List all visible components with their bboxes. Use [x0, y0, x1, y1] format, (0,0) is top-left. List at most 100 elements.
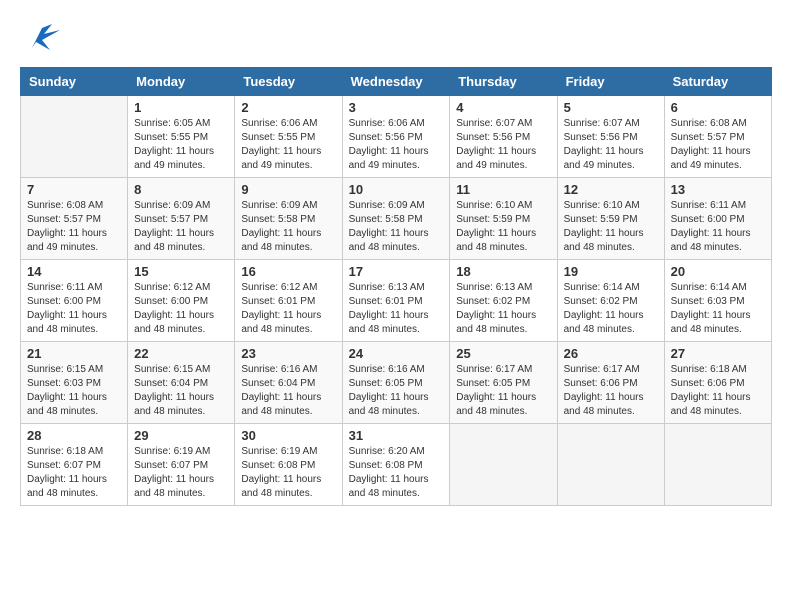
day-number: 12 [564, 182, 658, 197]
calendar-cell: 3 Sunrise: 6:06 AM Sunset: 5:56 PM Dayli… [342, 96, 450, 178]
sunset: Sunset: 6:08 PM [241, 460, 315, 471]
calendar-week-row: 28 Sunrise: 6:18 AM Sunset: 6:07 PM Dayl… [21, 424, 772, 506]
daylight: Daylight: 11 hours and 48 minutes. [671, 310, 751, 335]
sunset: Sunset: 5:57 PM [671, 132, 745, 143]
calendar-week-row: 21 Sunrise: 6:15 AM Sunset: 6:03 PM Dayl… [21, 342, 772, 424]
sunset: Sunset: 6:00 PM [671, 214, 745, 225]
sunset: Sunset: 5:56 PM [564, 132, 638, 143]
daylight: Daylight: 11 hours and 48 minutes. [134, 474, 214, 499]
sunrise: Sunrise: 6:06 AM [241, 118, 317, 129]
sunset: Sunset: 5:57 PM [27, 214, 101, 225]
daylight: Daylight: 11 hours and 48 minutes. [349, 310, 429, 335]
calendar-cell: 30 Sunrise: 6:19 AM Sunset: 6:08 PM Dayl… [235, 424, 342, 506]
sunrise: Sunrise: 6:17 AM [564, 364, 640, 375]
sunrise: Sunrise: 6:11 AM [671, 200, 746, 211]
daylight: Daylight: 11 hours and 48 minutes. [134, 392, 214, 417]
day-number: 24 [349, 346, 444, 361]
daylight: Daylight: 11 hours and 48 minutes. [27, 474, 107, 499]
daylight: Daylight: 11 hours and 49 minutes. [456, 146, 536, 171]
sunrise: Sunrise: 6:07 AM [564, 118, 640, 129]
day-number: 15 [134, 264, 228, 279]
daylight: Daylight: 11 hours and 49 minutes. [241, 146, 321, 171]
day-info: Sunrise: 6:13 AM Sunset: 6:02 PM Dayligh… [456, 281, 550, 337]
calendar-cell: 14 Sunrise: 6:11 AM Sunset: 6:00 PM Dayl… [21, 260, 128, 342]
sunset: Sunset: 6:01 PM [241, 296, 315, 307]
sunset: Sunset: 6:05 PM [349, 378, 423, 389]
day-info: Sunrise: 6:14 AM Sunset: 6:02 PM Dayligh… [564, 281, 658, 337]
sunrise: Sunrise: 6:16 AM [241, 364, 317, 375]
sunrise: Sunrise: 6:14 AM [671, 282, 747, 293]
sunset: Sunset: 5:58 PM [349, 214, 423, 225]
sunrise: Sunrise: 6:09 AM [134, 200, 210, 211]
calendar-cell: 6 Sunrise: 6:08 AM Sunset: 5:57 PM Dayli… [664, 96, 771, 178]
sunset: Sunset: 6:04 PM [241, 378, 315, 389]
calendar-week-row: 1 Sunrise: 6:05 AM Sunset: 5:55 PM Dayli… [21, 96, 772, 178]
calendar-cell: 26 Sunrise: 6:17 AM Sunset: 6:06 PM Dayl… [557, 342, 664, 424]
day-info: Sunrise: 6:18 AM Sunset: 6:06 PM Dayligh… [671, 363, 765, 419]
day-number: 22 [134, 346, 228, 361]
day-number: 10 [349, 182, 444, 197]
calendar-cell: 2 Sunrise: 6:06 AM Sunset: 5:55 PM Dayli… [235, 96, 342, 178]
day-number: 30 [241, 428, 335, 443]
day-of-week-header: Tuesday [235, 68, 342, 96]
calendar-cell: 8 Sunrise: 6:09 AM Sunset: 5:57 PM Dayli… [128, 178, 235, 260]
calendar-cell: 17 Sunrise: 6:13 AM Sunset: 6:01 PM Dayl… [342, 260, 450, 342]
sunrise: Sunrise: 6:15 AM [27, 364, 103, 375]
day-info: Sunrise: 6:15 AM Sunset: 6:04 PM Dayligh… [134, 363, 228, 419]
day-number: 6 [671, 100, 765, 115]
calendar-cell: 25 Sunrise: 6:17 AM Sunset: 6:05 PM Dayl… [450, 342, 557, 424]
daylight: Daylight: 11 hours and 48 minutes. [349, 392, 429, 417]
calendar-table: SundayMondayTuesdayWednesdayThursdayFrid… [20, 67, 772, 506]
calendar-cell: 24 Sunrise: 6:16 AM Sunset: 6:05 PM Dayl… [342, 342, 450, 424]
sunrise: Sunrise: 6:16 AM [349, 364, 425, 375]
sunrise: Sunrise: 6:13 AM [349, 282, 425, 293]
day-info: Sunrise: 6:12 AM Sunset: 6:00 PM Dayligh… [134, 281, 228, 337]
calendar-cell: 16 Sunrise: 6:12 AM Sunset: 6:01 PM Dayl… [235, 260, 342, 342]
sunrise: Sunrise: 6:19 AM [134, 446, 210, 457]
daylight: Daylight: 11 hours and 48 minutes. [241, 310, 321, 335]
day-number: 3 [349, 100, 444, 115]
daylight: Daylight: 11 hours and 48 minutes. [349, 474, 429, 499]
day-of-week-header: Friday [557, 68, 664, 96]
day-info: Sunrise: 6:17 AM Sunset: 6:05 PM Dayligh… [456, 363, 550, 419]
daylight: Daylight: 11 hours and 48 minutes. [27, 392, 107, 417]
sunset: Sunset: 6:06 PM [671, 378, 745, 389]
day-info: Sunrise: 6:08 AM Sunset: 5:57 PM Dayligh… [27, 199, 121, 255]
day-number: 5 [564, 100, 658, 115]
calendar-cell [21, 96, 128, 178]
daylight: Daylight: 11 hours and 48 minutes. [456, 228, 536, 253]
sunset: Sunset: 5:59 PM [456, 214, 530, 225]
sunset: Sunset: 5:55 PM [241, 132, 315, 143]
calendar-cell: 28 Sunrise: 6:18 AM Sunset: 6:07 PM Dayl… [21, 424, 128, 506]
day-of-week-header: Wednesday [342, 68, 450, 96]
daylight: Daylight: 11 hours and 48 minutes. [134, 310, 214, 335]
day-number: 16 [241, 264, 335, 279]
sunset: Sunset: 5:56 PM [456, 132, 530, 143]
sunset: Sunset: 6:00 PM [27, 296, 101, 307]
daylight: Daylight: 11 hours and 48 minutes. [349, 228, 429, 253]
day-number: 17 [349, 264, 444, 279]
daylight: Daylight: 11 hours and 48 minutes. [241, 228, 321, 253]
calendar-cell [557, 424, 664, 506]
day-info: Sunrise: 6:06 AM Sunset: 5:55 PM Dayligh… [241, 117, 335, 173]
sunrise: Sunrise: 6:20 AM [349, 446, 425, 457]
day-number: 9 [241, 182, 335, 197]
day-of-week-header: Saturday [664, 68, 771, 96]
day-number: 21 [27, 346, 121, 361]
calendar-cell: 31 Sunrise: 6:20 AM Sunset: 6:08 PM Dayl… [342, 424, 450, 506]
daylight: Daylight: 11 hours and 49 minutes. [27, 228, 107, 253]
calendar-week-row: 7 Sunrise: 6:08 AM Sunset: 5:57 PM Dayli… [21, 178, 772, 260]
sunset: Sunset: 6:06 PM [564, 378, 638, 389]
sunset: Sunset: 6:01 PM [349, 296, 423, 307]
calendar-week-row: 14 Sunrise: 6:11 AM Sunset: 6:00 PM Dayl… [21, 260, 772, 342]
sunset: Sunset: 6:02 PM [564, 296, 638, 307]
daylight: Daylight: 11 hours and 49 minutes. [564, 146, 644, 171]
sunrise: Sunrise: 6:12 AM [241, 282, 317, 293]
sunset: Sunset: 5:58 PM [241, 214, 315, 225]
daylight: Daylight: 11 hours and 48 minutes. [134, 228, 214, 253]
sunrise: Sunrise: 6:13 AM [456, 282, 532, 293]
day-info: Sunrise: 6:08 AM Sunset: 5:57 PM Dayligh… [671, 117, 765, 173]
day-number: 7 [27, 182, 121, 197]
day-number: 28 [27, 428, 121, 443]
day-info: Sunrise: 6:09 AM Sunset: 5:57 PM Dayligh… [134, 199, 228, 255]
